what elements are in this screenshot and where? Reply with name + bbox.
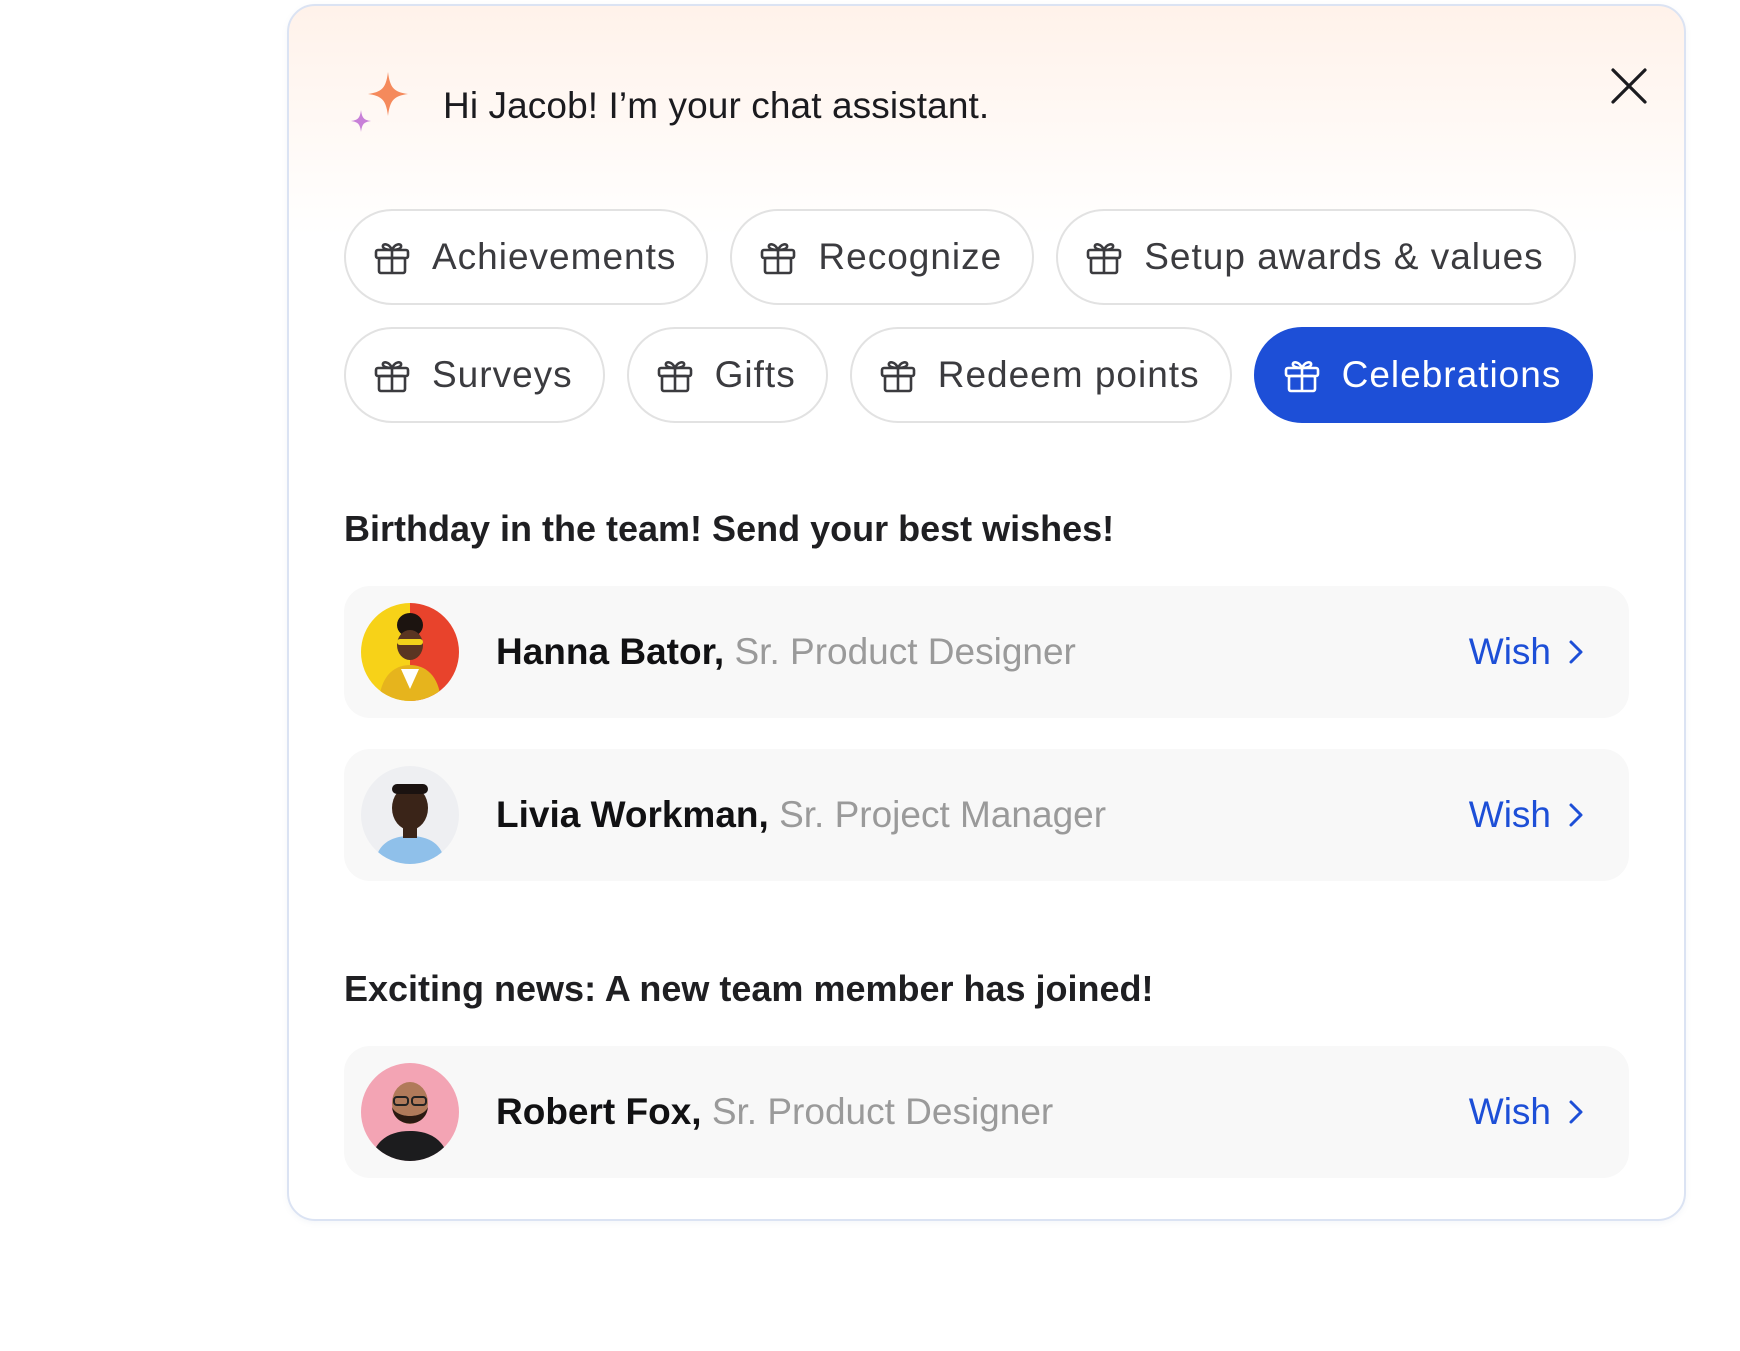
assistant-greeting: Hi Jacob! I’m your chat assistant. [443,85,990,126]
person-card-robert-fox: Robert Fox, Sr. Product Designer Wish [344,1046,1629,1178]
close-icon [1611,68,1647,104]
avatar [361,1063,459,1161]
person-role: Sr. Product Designer [711,1091,1054,1132]
person-name: Livia Workman, [496,794,769,835]
person-card-hanna-bator: Hanna Bator, Sr. Product Designer Wish [344,586,1629,718]
birthday-section-title: Birthday in the team! Send your best wis… [344,508,1115,549]
gift-icon [374,361,410,393]
chip-gifts[interactable]: Gifts [626,327,828,423]
chip-label: Celebrations [1341,354,1562,395]
sparkle-icon [344,66,424,146]
wish-label: Wish [1468,1091,1551,1132]
chevron-right-icon [1569,1100,1583,1124]
wish-button[interactable]: Wish [1469,1046,1585,1178]
chip-redeem-points[interactable]: Redeem points [849,327,1232,423]
chip-recognize[interactable]: Recognize [730,209,1035,305]
person-role: Sr. Product Designer [734,631,1076,672]
chip-label: Setup awards & values [1144,236,1544,277]
gift-icon [761,243,796,275]
person-role: Sr. Project Manager [779,794,1107,835]
avatar [361,766,459,864]
chat-assistant-panel: Hi Jacob! I’m your chat assistant. Achie… [287,4,1686,1221]
chip-label: Surveys [432,354,573,395]
wish-label: Wish [1468,631,1551,672]
person-name: Robert Fox, [496,1091,702,1132]
person-info: Hanna Bator, Sr. Product Designer [496,631,1076,673]
gift-icon [374,243,410,275]
wish-label: Wish [1468,794,1551,835]
chip-surveys[interactable]: Surveys [344,327,605,423]
chip-setup-awards[interactable]: Setup awards & values [1056,209,1576,305]
chevron-right-icon [1569,803,1583,827]
close-button[interactable] [1605,62,1653,110]
gift-icon [1086,243,1122,275]
wish-button[interactable]: Wish [1469,586,1585,718]
person-info: Robert Fox, Sr. Product Designer [496,1091,1053,1133]
chip-label: Recognize [818,236,1003,277]
gift-icon [657,361,692,393]
chip-label: Gifts [714,354,796,395]
person-name: Hanna Bator, [496,631,725,672]
gift-icon [880,361,916,393]
gift-icon [1284,361,1319,393]
assistant-header: Hi Jacob! I’m your chat assistant. [344,66,989,146]
chip-label: Redeem points [937,354,1200,395]
new-member-section-title: Exciting news: A new team member has joi… [344,968,1154,1009]
chip-celebrations[interactable]: Celebrations [1253,327,1594,423]
chip-label: Achievements [432,236,677,277]
chip-achievements[interactable]: Achievements [344,209,709,305]
person-card-livia-workman: Livia Workman, Sr. Project Manager Wish [344,749,1629,881]
quick-actions: Achievements Recognize Setup awards & va… [344,209,1644,445]
wish-button[interactable]: Wish [1469,749,1585,881]
avatar [361,603,459,701]
chevron-right-icon [1569,640,1583,664]
person-info: Livia Workman, Sr. Project Manager [496,794,1106,836]
